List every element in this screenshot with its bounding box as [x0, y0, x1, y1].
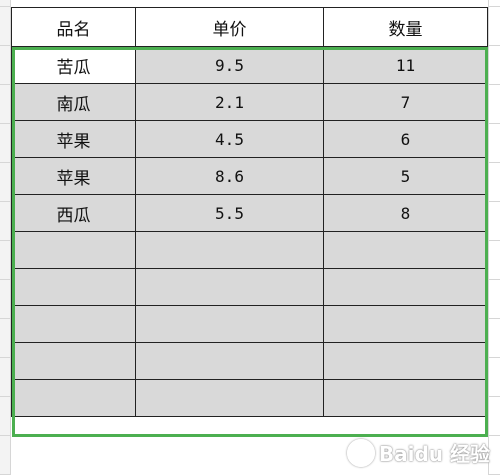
name-cell[interactable] [11, 305, 136, 343]
row-divider [0, 123, 10, 124]
price-cell[interactable] [135, 342, 324, 380]
row-divider [0, 201, 10, 202]
price-cell[interactable]: 5.5 [135, 194, 324, 232]
price-cell[interactable]: 9.5 [135, 46, 324, 84]
price-cell[interactable]: 8.6 [135, 157, 324, 195]
row-divider [489, 357, 500, 358]
row-divider [489, 279, 500, 280]
price-cell[interactable] [135, 268, 324, 306]
spreadsheet-view: 品名 单价 数量 苦瓜 9.5 11 南瓜 2.1 7 苹果 4.5 6 苹果 [0, 0, 500, 475]
name-cell[interactable]: 苹果 [11, 120, 136, 158]
header-cell-qty[interactable]: 数量 [323, 7, 488, 47]
qty-cell[interactable] [323, 342, 488, 380]
row-divider [0, 84, 10, 85]
qty-cell[interactable]: 6 [323, 120, 488, 158]
row-divider [0, 357, 10, 358]
header-cell-name[interactable]: 品名 [11, 7, 136, 47]
next-column-edge[interactable] [488, 0, 500, 475]
table-row: 苦瓜 9.5 11 [11, 46, 488, 84]
row-divider [0, 279, 10, 280]
name-cell[interactable]: 南瓜 [11, 83, 136, 121]
baidu-watermark: Baidu 经验 [346, 438, 490, 467]
row-divider [0, 45, 10, 46]
table-row: 苹果 4.5 6 [11, 120, 488, 158]
price-cell[interactable] [135, 379, 324, 417]
row-divider [489, 318, 500, 319]
qty-cell[interactable]: 11 [323, 46, 488, 84]
row-divider [0, 240, 10, 241]
row-divider [489, 396, 500, 397]
row-divider [489, 201, 500, 202]
name-cell[interactable] [11, 342, 136, 380]
row-divider [0, 6, 10, 7]
table-row [11, 231, 488, 269]
name-cell[interactable] [11, 379, 136, 417]
qty-cell[interactable] [323, 268, 488, 306]
table-row: 南瓜 2.1 7 [11, 83, 488, 121]
qty-cell[interactable]: 8 [323, 194, 488, 232]
active-cell[interactable]: 苦瓜 [11, 46, 136, 84]
row-divider [489, 435, 500, 436]
qty-cell[interactable] [323, 305, 488, 343]
row-divider [489, 162, 500, 163]
table-row: 西瓜 5.5 8 [11, 194, 488, 232]
table-row: 苹果 8.6 5 [11, 157, 488, 195]
name-cell[interactable] [11, 231, 136, 269]
price-cell[interactable]: 2.1 [135, 83, 324, 121]
row-divider [489, 45, 500, 46]
row-divider [489, 240, 500, 241]
qty-cell[interactable]: 5 [323, 157, 488, 195]
qty-cell[interactable] [323, 379, 488, 417]
qty-cell[interactable] [323, 231, 488, 269]
row-number-strip[interactable] [0, 0, 11, 475]
row-divider [0, 435, 10, 436]
watermark-text: Baidu 经验 [378, 442, 490, 466]
qty-cell[interactable]: 7 [323, 83, 488, 121]
table-row [11, 268, 488, 306]
price-cell[interactable] [135, 231, 324, 269]
header-row: 品名 单价 数量 [11, 7, 488, 47]
row-divider [0, 318, 10, 319]
name-cell[interactable] [11, 268, 136, 306]
name-cell[interactable]: 苹果 [11, 157, 136, 195]
row-divider [489, 6, 500, 7]
data-table: 品名 单价 数量 苦瓜 9.5 11 南瓜 2.1 7 苹果 4.5 6 苹果 [11, 7, 488, 417]
table-row [11, 305, 488, 343]
row-divider [0, 396, 10, 397]
row-divider [489, 123, 500, 124]
price-cell[interactable] [135, 305, 324, 343]
row-divider [489, 84, 500, 85]
price-cell[interactable]: 4.5 [135, 120, 324, 158]
name-cell[interactable]: 西瓜 [11, 194, 136, 232]
table-row [11, 342, 488, 380]
table-row [11, 379, 488, 417]
row-divider [0, 162, 10, 163]
paw-logo-icon [346, 438, 375, 467]
header-cell-price[interactable]: 单价 [135, 7, 324, 47]
